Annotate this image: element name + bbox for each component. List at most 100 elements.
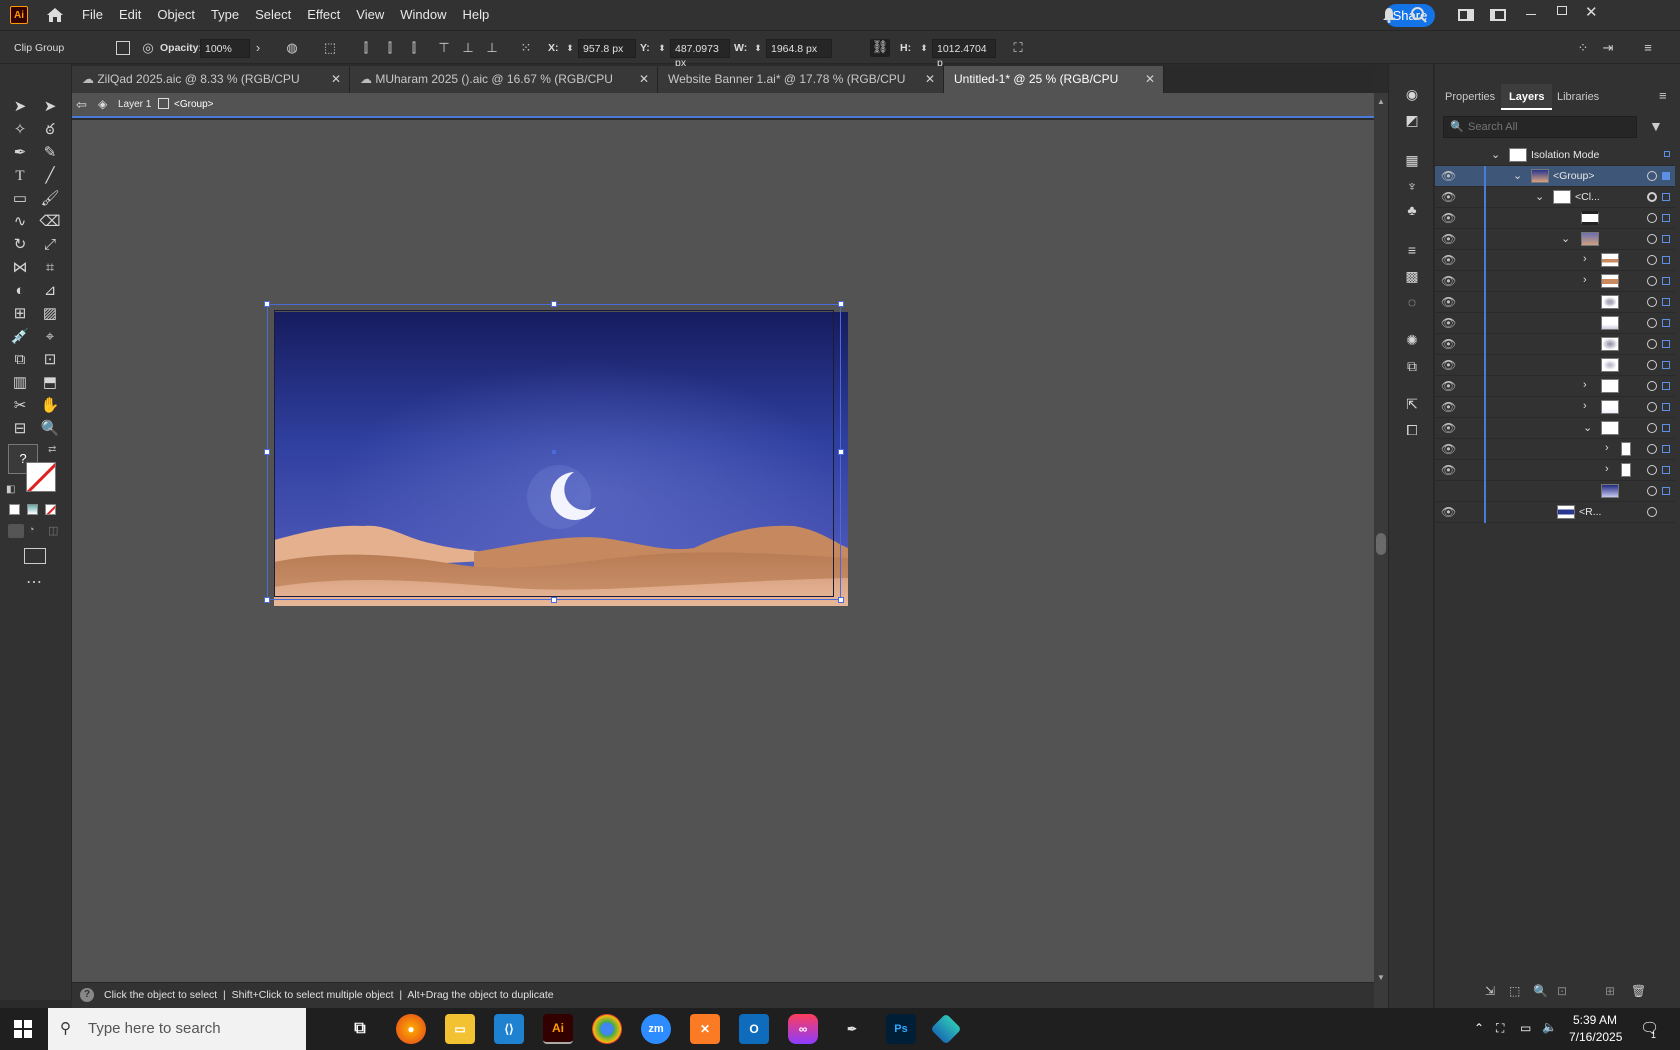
align-left-icon[interactable]: ⫿ [358, 40, 374, 56]
firefox-icon[interactable]: ● [396, 1014, 426, 1044]
layer-row-item[interactable]: 👁 [1435, 334, 1675, 355]
collect-for-export-icon[interactable]: ⇲ [1485, 984, 1495, 998]
visibility-eye-icon[interactable]: 👁 [1441, 379, 1456, 393]
export-panel-icon[interactable]: ⇱ [1402, 394, 1422, 414]
resize-handle-ne[interactable] [838, 301, 844, 307]
scale-tool-icon[interactable]: ⤢ [39, 234, 61, 256]
resize-handle-n[interactable] [551, 301, 557, 307]
x-stepper-icon[interactable]: ⬍ [562, 40, 578, 56]
menu-effect[interactable]: Effect [299, 0, 348, 30]
app-icon[interactable] [930, 1013, 962, 1045]
scroll-down-icon[interactable]: ▼ [1377, 973, 1385, 982]
menu-edit[interactable]: Edit [111, 0, 149, 30]
target-icon[interactable] [1647, 234, 1657, 244]
layer-row-group[interactable]: 👁 ⌄ <Group> [1435, 166, 1675, 187]
opacity-dropdown-icon[interactable]: › [250, 40, 266, 56]
w-stepper-icon[interactable]: ⬍ [750, 40, 766, 56]
visibility-eye-icon[interactable]: 👁 [1441, 463, 1456, 477]
chevron-down-icon[interactable]: ⌄ [1513, 169, 1522, 182]
selection-indicator[interactable] [1662, 445, 1670, 453]
network-icon[interactable]: ⛶ [1496, 1021, 1504, 1036]
tab-properties[interactable]: Properties [1445, 84, 1495, 110]
draw-normal-icon[interactable] [8, 524, 24, 538]
target-icon[interactable] [1647, 507, 1657, 517]
y-stepper-icon[interactable]: ⬍ [654, 40, 670, 56]
delete-layer-icon[interactable]: 🗑 [1631, 984, 1646, 998]
color-guide-panel-icon[interactable]: ✺ [1402, 330, 1422, 350]
menu-select[interactable]: Select [247, 0, 299, 30]
visibility-eye-icon[interactable]: 👁 [1441, 505, 1456, 519]
eyedropper-tool-icon[interactable]: 💉 [9, 326, 31, 348]
chrome-icon[interactable] [592, 1014, 622, 1044]
target-icon[interactable] [1647, 297, 1657, 307]
eraser-tool-icon[interactable]: ⌫ [39, 211, 61, 233]
chevron-right-icon[interactable]: › [1605, 463, 1609, 475]
clock-time[interactable]: 5:39 AM [1573, 1013, 1617, 1027]
tab-close-icon[interactable]: ✕ [331, 66, 341, 93]
symbol-sprayer-tool-icon[interactable]: ⊡ [39, 349, 61, 371]
arrange-icon[interactable]: ⁘ [1575, 40, 1591, 56]
layer-row-item[interactable]: 👁 [1435, 292, 1675, 313]
resize-handle-w[interactable] [264, 449, 270, 455]
target-icon[interactable] [1647, 213, 1657, 223]
chevron-down-icon[interactable]: ⌄ [1561, 232, 1570, 245]
resize-handle-se[interactable] [838, 597, 844, 603]
menu-type[interactable]: Type [203, 0, 247, 30]
paintbrush-tool-icon[interactable]: 🖌 [39, 188, 61, 210]
notification-bell-icon[interactable] [1382, 7, 1396, 23]
align-hcenter-icon[interactable]: ⫿ [382, 40, 398, 56]
chevron-down-icon[interactable]: ⌄ [1491, 148, 1500, 161]
color-mode-icon[interactable] [9, 504, 20, 515]
illustrator-icon[interactable]: Ai [543, 1014, 573, 1044]
chevron-down-icon[interactable]: ⌄ [1535, 190, 1544, 203]
target-icon[interactable] [1647, 192, 1657, 202]
selection-tool-icon[interactable]: ➤ [9, 96, 31, 118]
tab-close-icon[interactable]: ✕ [925, 66, 935, 93]
target-icon[interactable] [1647, 423, 1657, 433]
task-view-icon[interactable]: ⧉ [345, 1014, 375, 1044]
layer-row-isolation[interactable]: ⌄ Isolation Mode [1435, 145, 1675, 166]
minimize-icon[interactable] [1526, 14, 1536, 15]
gradient-tool-icon[interactable]: ▨ [39, 303, 61, 325]
image-trace-panel-icon[interactable]: ⧉ [1402, 356, 1422, 376]
gradient-panel-icon[interactable]: ▩ [1402, 266, 1422, 286]
chevron-right-icon[interactable]: › [1583, 274, 1587, 286]
swap-fill-stroke-icon[interactable]: ⇄ [48, 444, 56, 455]
filter-icon[interactable]: ▼ [1649, 118, 1663, 134]
selection-indicator[interactable] [1662, 235, 1670, 243]
resize-handle-sw[interactable] [264, 597, 270, 603]
shaper-tool-icon[interactable]: ∿ [9, 211, 31, 233]
rotate-tool-icon[interactable]: ↻ [9, 234, 31, 256]
width-tool-icon[interactable]: ⋈ [9, 257, 31, 279]
selection-indicator[interactable] [1662, 277, 1670, 285]
recolor-icon[interactable]: ◍ [284, 40, 300, 56]
opacity-input[interactable]: 100% [200, 39, 250, 58]
visibility-eye-icon[interactable]: 👁 [1441, 190, 1456, 204]
target-icon[interactable] [1647, 171, 1657, 181]
vertical-scrollbar[interactable]: ▲ ▼ [1374, 93, 1388, 1008]
creative-cloud-icon[interactable]: ∞ [788, 1014, 818, 1044]
direct-selection-tool-icon[interactable]: ➤ [39, 96, 61, 118]
tab-close-icon[interactable]: ✕ [639, 66, 649, 93]
tab-layers[interactable]: Layers [1501, 84, 1553, 110]
draw-inside-icon[interactable]: ◫ [48, 524, 64, 538]
tab-zilqad[interactable]: ☁ ZilQad 2025.aic @ 8.33 % (RGB/CPU Prev… [72, 66, 350, 113]
lasso-tool-icon[interactable]: ఠ [39, 119, 61, 141]
visibility-eye-icon[interactable]: 👁 [1441, 211, 1456, 225]
back-arrow-icon[interactable]: ⇦ [76, 97, 87, 113]
clock-date[interactable]: 7/16/2025 [1569, 1030, 1622, 1044]
menu-object[interactable]: Object [149, 0, 203, 30]
edit-contents-icon[interactable]: ◎ [140, 40, 156, 56]
make-clipping-mask-icon[interactable]: ⬚ [1509, 984, 1520, 998]
visibility-eye-icon[interactable]: 👁 [1441, 295, 1456, 309]
isolate-group-icon[interactable] [116, 41, 130, 55]
close-icon[interactable]: ✕ [1585, 3, 1598, 21]
layer-row-item[interactable]: 👁 › [1435, 250, 1675, 271]
layer-row-item[interactable]: 👁 ⌄ [1435, 418, 1675, 439]
scroll-thumb[interactable] [1376, 533, 1386, 555]
visibility-eye-icon[interactable]: 👁 [1441, 337, 1456, 351]
new-layer-icon[interactable]: ⊞ [1605, 984, 1615, 998]
symbols-panel-icon[interactable]: ♣ [1402, 200, 1422, 220]
tab-untitled-1[interactable]: Untitled-1* @ 25 % (RGB/CPU Preview) ✕ [944, 66, 1164, 113]
target-icon[interactable] [1647, 339, 1657, 349]
